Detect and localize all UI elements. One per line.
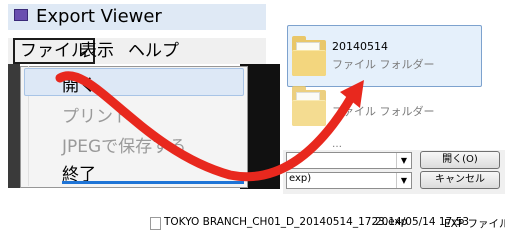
folder-name: 20140514 <box>332 40 388 53</box>
file-icon <box>150 217 161 230</box>
menu-item-print: プリント <box>62 107 130 127</box>
file-type: EXP ファイル <box>444 218 505 230</box>
folder-icon <box>292 36 326 76</box>
folder-icon[interactable] <box>292 86 326 126</box>
exit-underline <box>62 181 244 184</box>
cancel-button[interactable]: キャンセル <box>420 171 500 189</box>
dropdown-arrow-icon[interactable]: ▼ <box>396 153 411 168</box>
filename-combo[interactable]: ▼ <box>286 152 412 169</box>
partial-list-item: … <box>332 139 342 150</box>
dropdown-arrow-icon[interactable]: ▼ <box>396 173 411 188</box>
export-viewer-window: Export Viewer ファイル 表示 ヘルプ 開く プリント JPEGで保… <box>0 0 285 200</box>
menu-help[interactable]: ヘルプ <box>128 40 179 62</box>
menu-item-open[interactable]: 開く <box>62 71 96 96</box>
menu-item-save-jpeg: JPEGで保存する <box>62 137 187 157</box>
window-title: Export Viewer <box>36 6 162 27</box>
file-name: TOKYO BRANCH_CH01_D_20140514_1723.exp <box>164 216 408 228</box>
folder-type: ファイル フォルダー <box>332 58 435 71</box>
filetype-value: exp) <box>289 173 312 184</box>
folder-type: ファイル フォルダー <box>332 105 435 118</box>
menu-item-open-highlight <box>24 68 244 96</box>
app-icon <box>14 9 28 21</box>
viewer-canvas-left <box>8 64 20 188</box>
menu-view[interactable]: 表示 <box>80 40 114 62</box>
open-button[interactable]: 開く(O) <box>420 151 500 169</box>
